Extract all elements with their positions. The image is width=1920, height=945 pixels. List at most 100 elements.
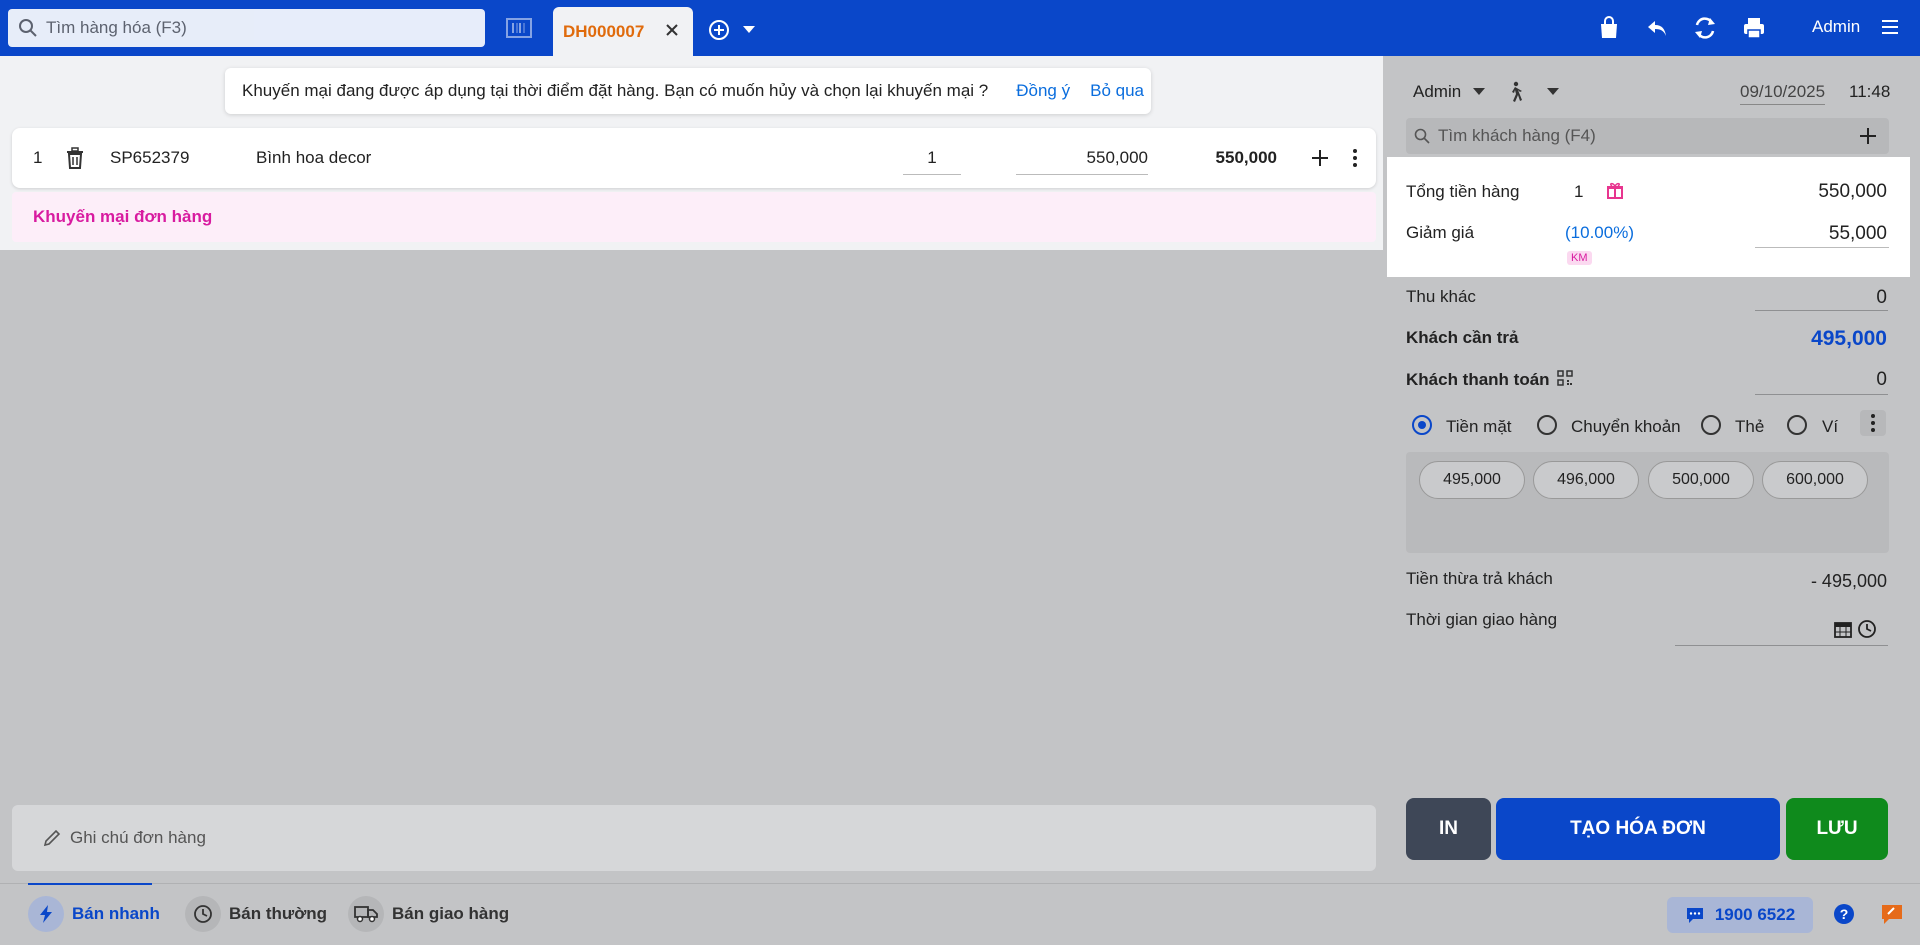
customer-paid-label: Khách thanh toán: [1406, 370, 1550, 389]
hotline-button[interactable]: 1900 6522: [1667, 897, 1813, 933]
feedback-icon[interactable]: [1880, 903, 1904, 925]
item-name: Bình hoa decor: [256, 148, 372, 167]
payment-card-label[interactable]: Thẻ: [1735, 417, 1764, 437]
quick-amount-button[interactable]: 495,000: [1419, 461, 1525, 499]
quick-amount-button[interactable]: 600,000: [1762, 461, 1868, 499]
chat-bubble-icon: [1686, 908, 1703, 923]
order-summary: Tổng tiền hàng 1 550,000 Giảm giá (10.00…: [1387, 157, 1910, 277]
chevron-down-icon[interactable]: [1546, 87, 1560, 97]
search-icon: [19, 19, 37, 37]
payment-wallet-radio[interactable]: [1787, 415, 1807, 435]
close-icon[interactable]: [663, 21, 681, 39]
payment-cash-label[interactable]: Tiền mặt: [1446, 417, 1512, 437]
more-vertical-icon[interactable]: [1860, 410, 1886, 436]
subtotal-count: 1: [1574, 182, 1584, 201]
order-note-placeholder: Ghi chú đơn hàng: [70, 828, 206, 847]
pencil-icon: [43, 829, 61, 847]
mode-quick-sale-label: Bán nhanh: [72, 904, 160, 923]
discount-value[interactable]: 55,000: [1829, 223, 1887, 245]
mode-delivery-sale-label: Bán giao hàng: [392, 904, 510, 923]
calendar-icon[interactable]: [1834, 620, 1852, 638]
discount-underline: [1755, 247, 1889, 248]
add-customer-icon[interactable]: [1857, 125, 1879, 147]
delivery-time-underline: [1675, 645, 1888, 646]
customer-search-input[interactable]: Tìm khách hàng (F4): [1406, 118, 1889, 154]
payment-transfer-radio[interactable]: [1537, 415, 1557, 435]
swap-icon[interactable]: [1692, 15, 1718, 41]
add-circle-icon[interactable]: [708, 19, 730, 41]
bag-icon[interactable]: [1596, 15, 1622, 41]
change-value: - 495,000: [1810, 571, 1887, 591]
create-invoice-button[interactable]: TẠO HÓA ĐƠN: [1496, 798, 1780, 860]
other-charge-label: Thu khác: [1406, 287, 1476, 306]
product-search-input[interactable]: Tìm hàng hóa (F3): [8, 9, 485, 47]
customer-paid-underline: [1755, 394, 1888, 395]
delivery-time-label: Thời gian giao hàng: [1406, 610, 1558, 629]
gift-icon[interactable]: [1606, 181, 1624, 199]
help-icon[interactable]: ?: [1833, 903, 1855, 925]
notice-agree-link[interactable]: Đồng ý: [1016, 81, 1070, 101]
print-button[interactable]: IN: [1406, 798, 1491, 860]
clock-icon[interactable]: [1857, 619, 1877, 639]
printer-icon[interactable]: [1741, 15, 1767, 41]
svg-text:?: ?: [1840, 906, 1849, 922]
active-mode-indicator: [28, 883, 152, 885]
search-icon: [1414, 128, 1430, 144]
item-index: 1: [33, 148, 43, 167]
order-tab-name: DH000007: [563, 21, 645, 41]
mode-quick-sale[interactable]: Bán nhanh: [28, 896, 160, 932]
cart-item-row: 1 SP652379 Bình hoa decor 1 550,000 550,…: [12, 128, 1376, 188]
chevron-down-icon[interactable]: [742, 25, 756, 35]
item-quantity-input[interactable]: 1: [903, 148, 961, 175]
item-code: SP652379: [110, 148, 190, 167]
qr-code-icon[interactable]: [1557, 370, 1573, 386]
barcode-icon[interactable]: [505, 15, 533, 41]
other-charge-underline: [1755, 310, 1888, 311]
user-name[interactable]: Admin: [1812, 17, 1860, 37]
other-charge-value[interactable]: 0: [1876, 287, 1887, 309]
payment-wallet-label[interactable]: Ví: [1822, 417, 1838, 437]
notice-skip-link[interactable]: Bỏ qua: [1090, 81, 1144, 101]
product-search-placeholder: Tìm hàng hóa (F3): [46, 18, 187, 37]
quick-amount-button[interactable]: 496,000: [1533, 461, 1639, 499]
seller-select[interactable]: Admin: [1413, 82, 1461, 102]
subtotal-value: 550,000: [1818, 181, 1887, 202]
subtotal-label: Tổng tiền hàng: [1406, 182, 1520, 201]
payment-transfer-label[interactable]: Chuyển khoản: [1571, 417, 1681, 437]
trash-icon[interactable]: [65, 147, 85, 169]
hotline-number: 1900 6522: [1714, 905, 1796, 924]
amount-due-value: 495,000: [1811, 327, 1887, 350]
more-vertical-icon[interactable]: [1345, 147, 1365, 169]
walking-person-icon[interactable]: [1505, 81, 1525, 103]
amount-due-label: Khách cần trả: [1406, 328, 1519, 347]
payment-cash-radio[interactable]: [1412, 415, 1432, 435]
order-time[interactable]: 11:48: [1849, 82, 1890, 102]
customer-search-placeholder: Tìm khách hàng (F4): [1438, 126, 1596, 145]
mode-normal-sale-label: Bán thường: [229, 904, 328, 923]
lightning-icon: [28, 896, 64, 932]
payment-card-radio[interactable]: [1701, 415, 1721, 435]
order-tab[interactable]: DH000007: [553, 7, 693, 56]
chevron-down-icon[interactable]: [1472, 87, 1486, 97]
save-button[interactable]: LƯU: [1786, 798, 1888, 860]
discount-percent[interactable]: (10.00%): [1565, 223, 1634, 243]
mode-normal-sale[interactable]: Bán thường: [185, 896, 328, 932]
promotion-notice: Khuyến mại đang được áp dụng tại thời đi…: [225, 68, 1151, 114]
truck-icon: [348, 896, 384, 932]
order-date[interactable]: 09/10/2025: [1740, 82, 1826, 105]
quick-amount-button[interactable]: 500,000: [1648, 461, 1754, 499]
notice-message: Khuyến mại đang được áp dụng tại thời đi…: [242, 81, 989, 100]
order-promotion-label: Khuyến mại đơn hàng: [33, 207, 213, 226]
menu-icon[interactable]: [1880, 17, 1900, 37]
item-price-input[interactable]: 550,000: [1016, 148, 1148, 175]
promotion-badge: KM: [1567, 251, 1592, 265]
order-promotion-button[interactable]: Khuyến mại đơn hàng: [12, 192, 1376, 242]
order-note-input[interactable]: Ghi chú đơn hàng: [12, 805, 1376, 871]
mode-delivery-sale[interactable]: Bán giao hàng: [348, 896, 510, 932]
return-icon[interactable]: [1644, 15, 1670, 41]
discount-label: Giảm giá: [1406, 223, 1475, 242]
item-total: 550,000: [1215, 148, 1277, 167]
plus-icon[interactable]: [1309, 147, 1331, 169]
change-label: Tiền thừa trả khách: [1406, 569, 1553, 588]
customer-paid-value[interactable]: 0: [1876, 369, 1887, 391]
